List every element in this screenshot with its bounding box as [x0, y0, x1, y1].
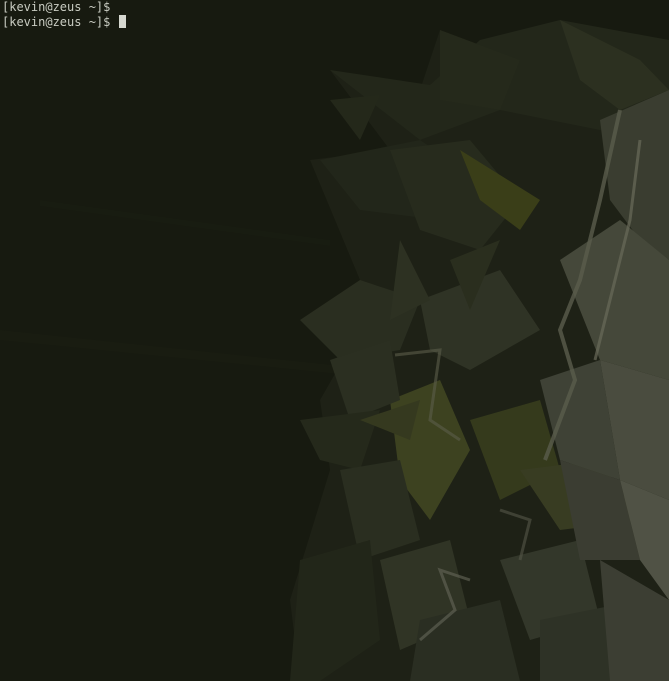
- shell-prompt: [kevin@zeus ~]$: [2, 15, 111, 29]
- wallpaper-lion-artwork: [0, 0, 669, 681]
- shell-prompt: [kevin@zeus ~]$: [2, 0, 111, 14]
- terminal-line: [kevin@zeus ~]$: [2, 0, 126, 15]
- text-cursor: [118, 15, 126, 28]
- terminal-window[interactable]: [kevin@zeus ~]$ [kevin@zeus ~]$: [0, 0, 669, 681]
- terminal-line-active[interactable]: [kevin@zeus ~]$: [2, 15, 126, 30]
- terminal-output[interactable]: [kevin@zeus ~]$ [kevin@zeus ~]$: [2, 0, 126, 30]
